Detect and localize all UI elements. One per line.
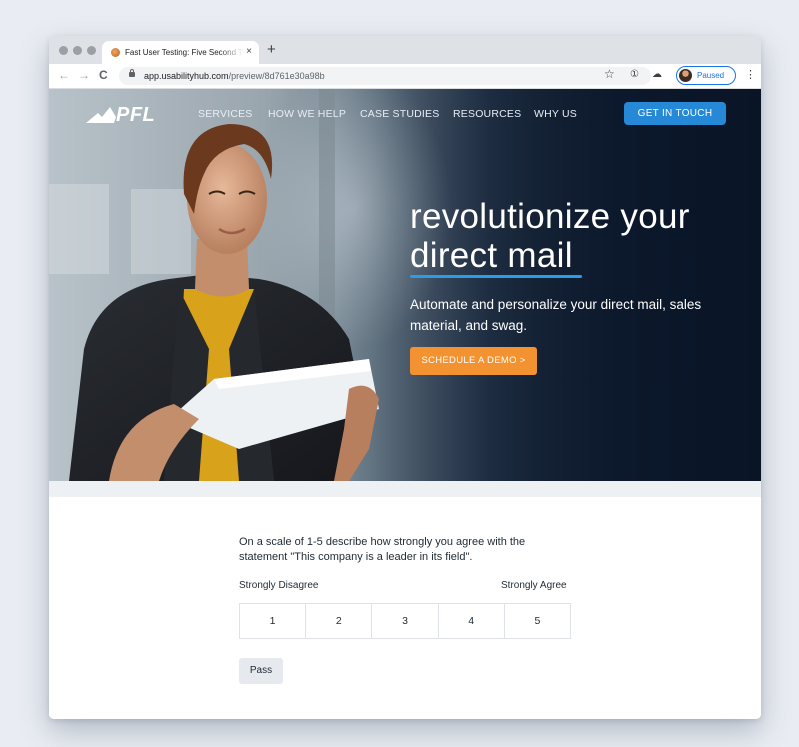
nav-how-we-help[interactable]: HOW WE HELP [268, 108, 346, 120]
lock-icon [129, 69, 135, 77]
favicon-icon [111, 48, 120, 57]
back-icon[interactable]: ← [58, 68, 70, 82]
info-extension-icon[interactable]: ① [630, 69, 639, 81]
headline-underline [410, 275, 582, 278]
bookmark-star-icon[interactable]: ☆ [604, 68, 615, 80]
maximize-window-dot[interactable] [87, 46, 96, 55]
hero-headline: revolutionize your direct mail [410, 197, 690, 275]
browser-tab[interactable]: Fast User Testing: Five Second Test × [102, 41, 259, 64]
address-bar: ← → C app.usabilityhub.com/preview/8d761… [49, 64, 761, 89]
new-tab-button[interactable]: + [267, 42, 276, 58]
hero-subheadline: Automate and personalize your direct mai… [410, 297, 702, 333]
rating-option-1[interactable]: 1 [240, 604, 307, 638]
schedule-demo-button[interactable]: SCHEDULE A DEMO > [410, 347, 537, 375]
tab-title: Fast User Testing: Five Second Test [125, 48, 243, 57]
tab-bar: Fast User Testing: Five Second Test × + [49, 36, 761, 64]
profile-paused-button[interactable]: Paused [676, 66, 736, 85]
get-in-touch-button[interactable]: GET IN TOUCH [624, 102, 726, 125]
url-path: /preview/8d761e30a98b [228, 71, 325, 81]
nav-services[interactable]: SERVICES [198, 108, 253, 120]
nav-case-studies[interactable]: CASE STUDIES [360, 108, 439, 120]
pfl-logo[interactable]: PFL [116, 104, 155, 127]
survey-panel: On a scale of 1-5 describe how strongly … [49, 497, 761, 719]
cloud-extension-icon[interactable]: ☁ [652, 69, 662, 81]
avatar [679, 69, 692, 82]
hero-section: PFL SERVICES HOW WE HELP CASE STUDIES RE… [49, 89, 761, 481]
browser-menu-icon[interactable]: ⋮ [745, 68, 756, 81]
url-text: app.usabilityhub.com/preview/8d761e30a98… [144, 67, 325, 85]
minimize-window-dot[interactable] [73, 46, 82, 55]
rating-option-4[interactable]: 4 [439, 604, 505, 638]
rating-option-5[interactable]: 5 [505, 604, 570, 638]
headline-line-1: revolutionize your [410, 197, 690, 236]
nav-why-us[interactable]: WHY US [534, 108, 577, 120]
rating-scale: 1 2 3 4 5 [239, 603, 571, 639]
close-window-dot[interactable] [59, 46, 68, 55]
profile-status-label: Paused [697, 71, 725, 80]
tab-close-icon[interactable]: × [246, 46, 252, 57]
survey-question: On a scale of 1-5 describe how strongly … [239, 536, 526, 563]
url-host: app.usabilityhub.com [144, 71, 229, 81]
scale-high-label: Strongly Agree [501, 580, 567, 591]
hero-photo-woman [69, 89, 379, 481]
rating-option-3[interactable]: 3 [372, 604, 439, 638]
url-field[interactable]: app.usabilityhub.com/preview/8d761e30a98… [119, 67, 651, 85]
reload-icon[interactable]: C [99, 68, 108, 82]
divider-strip [49, 481, 761, 497]
rating-option-2[interactable]: 2 [306, 604, 373, 638]
nav-resources[interactable]: RESOURCES [453, 108, 521, 120]
scale-low-label: Strongly Disagree [239, 580, 319, 591]
headline-line-2: direct mail [410, 236, 573, 275]
pass-button[interactable]: Pass [239, 658, 283, 684]
browser-window: Fast User Testing: Five Second Test × + … [49, 36, 761, 719]
forward-icon[interactable]: → [78, 68, 90, 82]
